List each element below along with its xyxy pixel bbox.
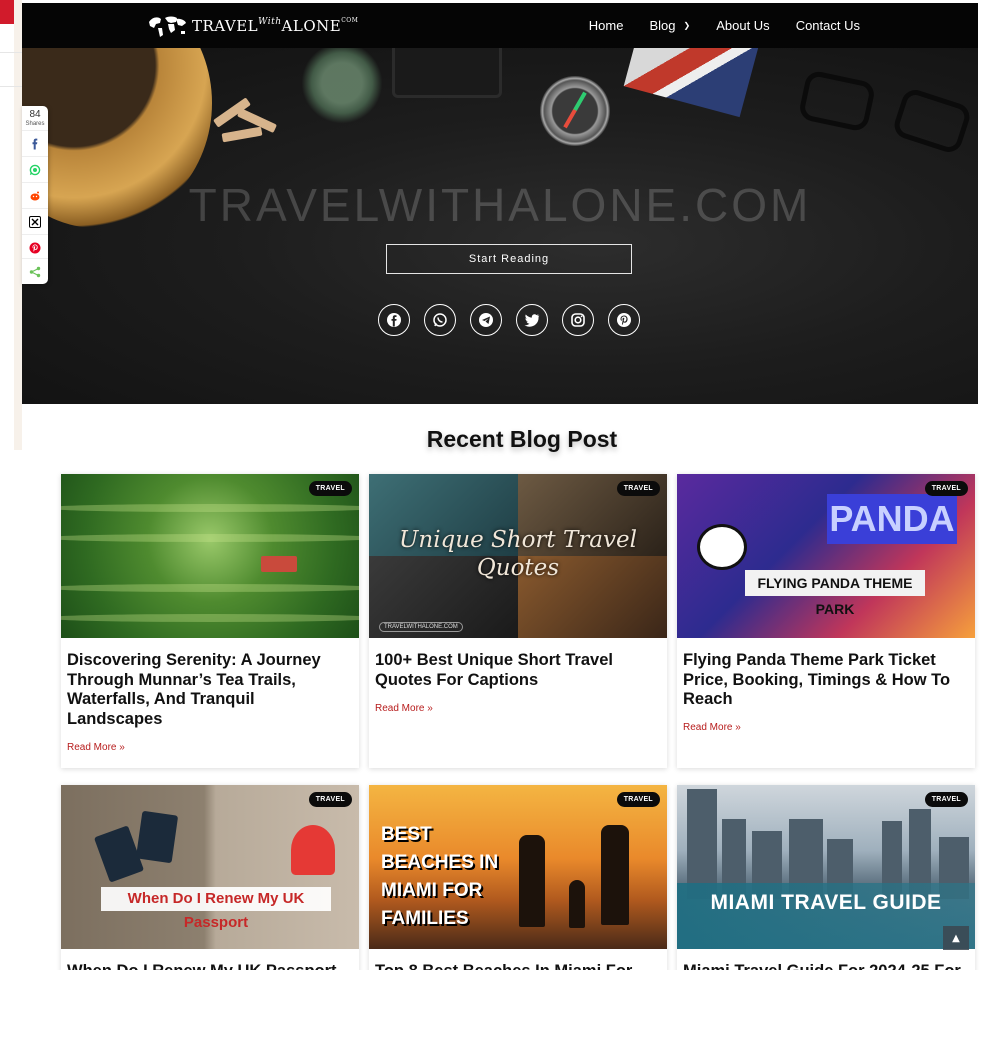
category-badge[interactable]: TRAVEL bbox=[616, 481, 660, 496]
nav-contact-us[interactable]: Contact Us bbox=[796, 18, 860, 33]
category-badge[interactable]: TRAVEL bbox=[308, 481, 352, 496]
hero-social-links bbox=[378, 304, 640, 336]
thumb-caption: Unique Short Travel Quotes bbox=[399, 527, 637, 581]
site-header: TRAVELWithALONECOM Home Blog ❯ About Us C… bbox=[22, 3, 978, 48]
thumb-caption: MIAMI TRAVEL GUIDE bbox=[710, 891, 942, 914]
telegram-icon[interactable] bbox=[470, 304, 502, 336]
post-card: When Do I Renew My UK Passport TRAVEL Wh… bbox=[61, 785, 359, 985]
thumb-caption: BEST BEACHES IN MIAMI FOR FAMILIES bbox=[381, 824, 499, 929]
nav-home[interactable]: Home bbox=[589, 18, 624, 33]
post-card: BEST BEACHES IN MIAMI FOR FAMILIES TRAVE… bbox=[369, 785, 667, 985]
pinterest-icon[interactable] bbox=[22, 234, 48, 260]
thumb-sign: PANDA bbox=[827, 494, 957, 544]
read-more-link[interactable]: Read More » bbox=[67, 742, 125, 753]
facebook-icon[interactable] bbox=[378, 304, 410, 336]
category-badge[interactable]: TRAVEL bbox=[616, 792, 660, 807]
post-thumbnail[interactable]: BEST BEACHES IN MIAMI FOR FAMILIES TRAVE… bbox=[369, 785, 667, 949]
clothespins-image bbox=[212, 88, 302, 148]
chevron-up-icon: ▲ bbox=[952, 932, 960, 944]
start-reading-button[interactable]: Start Reading bbox=[386, 244, 632, 274]
share-count: 84 bbox=[29, 109, 41, 120]
post-card: MIAMI TRAVEL GUIDE TRAVEL Miami Travel G… bbox=[677, 785, 975, 985]
post-thumbnail[interactable]: PANDA FLYING PANDA THEME PARK TRAVEL bbox=[677, 474, 975, 638]
nav-blog[interactable]: Blog ❯ bbox=[649, 18, 690, 33]
read-more-link[interactable]: Read More » bbox=[683, 722, 741, 733]
post-thumbnail[interactable]: Unique Short Travel Quotes TRAVELWITHALO… bbox=[369, 474, 667, 638]
facebook-icon[interactable] bbox=[22, 130, 48, 156]
edge-strip bbox=[14, 0, 22, 450]
instagram-icon[interactable] bbox=[562, 304, 594, 336]
post-title[interactable]: Flying Panda Theme Park Ticket Price, Bo… bbox=[683, 651, 967, 710]
leaves-image bbox=[292, 48, 392, 128]
post-card: TRAVEL Discovering Serenity: A Journey T… bbox=[61, 474, 359, 768]
x-icon[interactable] bbox=[22, 208, 48, 234]
compass-image bbox=[540, 76, 610, 146]
whatsapp-icon[interactable] bbox=[22, 156, 48, 182]
house-image bbox=[261, 556, 297, 572]
scroll-to-top-button[interactable]: ▲ bbox=[943, 926, 969, 950]
post-thumbnail[interactable]: When Do I Renew My UK Passport TRAVEL bbox=[61, 785, 359, 949]
post-card: Unique Short Travel Quotes TRAVELWITHALO… bbox=[369, 474, 667, 768]
edge-ad-marker bbox=[0, 0, 14, 24]
page-bottom-blank bbox=[0, 970, 1000, 1060]
share-icon[interactable] bbox=[22, 258, 48, 284]
post-card: PANDA FLYING PANDA THEME PARK TRAVEL Fly… bbox=[677, 474, 975, 768]
share-sidebar: 84 Shares bbox=[22, 106, 48, 284]
camera-image bbox=[392, 48, 502, 98]
site-logo[interactable]: TRAVELWithALONECOM bbox=[146, 12, 358, 40]
category-badge[interactable]: TRAVEL bbox=[924, 792, 968, 807]
thumb-caption: When Do I Renew My UK Passport bbox=[101, 887, 331, 931]
edge-divider bbox=[0, 86, 22, 87]
logo-wordmark: TRAVELWithALONECOM bbox=[192, 17, 359, 35]
thumb-watermark: TRAVELWITHALONE.COM bbox=[379, 622, 463, 632]
main-nav: Home Blog ❯ About Us Contact Us bbox=[589, 3, 860, 48]
share-count-label: Shares bbox=[25, 121, 45, 127]
page: TRAVELWithALONECOM Home Blog ❯ About Us C… bbox=[0, 0, 1000, 1060]
edge-divider bbox=[0, 52, 22, 53]
nav-about-us[interactable]: About Us bbox=[716, 18, 769, 33]
reddit-icon[interactable] bbox=[22, 182, 48, 208]
chevron-down-icon: ❯ bbox=[683, 21, 691, 30]
thumb-caption: FLYING PANDA THEME PARK bbox=[745, 570, 925, 617]
post-thumbnail[interactable]: TRAVEL bbox=[61, 474, 359, 638]
post-title[interactable]: Discovering Serenity: A Journey Through … bbox=[67, 651, 351, 729]
pinterest-icon[interactable] bbox=[608, 304, 640, 336]
world-map-icon bbox=[149, 16, 186, 37]
eyeglasses-image bbox=[797, 66, 977, 156]
stamp-image bbox=[291, 825, 335, 875]
twitter-icon[interactable] bbox=[516, 304, 548, 336]
read-more-link[interactable]: Read More » bbox=[375, 703, 433, 714]
recent-posts-heading: Recent Blog Post bbox=[426, 426, 618, 452]
category-badge[interactable]: TRAVEL bbox=[308, 792, 352, 807]
hero-banner: TRAVELWITHALONE.COM Start Reading bbox=[22, 48, 978, 404]
whatsapp-icon[interactable] bbox=[424, 304, 456, 336]
post-thumbnail[interactable]: MIAMI TRAVEL GUIDE TRAVEL bbox=[677, 785, 975, 949]
category-badge[interactable]: TRAVEL bbox=[924, 481, 968, 496]
post-title[interactable]: 100+ Best Unique Short Travel Quotes For… bbox=[375, 651, 659, 690]
panda-image bbox=[697, 524, 747, 570]
passport-image bbox=[623, 48, 761, 118]
hero-title: TRAVELWITHALONE.COM bbox=[188, 179, 812, 231]
